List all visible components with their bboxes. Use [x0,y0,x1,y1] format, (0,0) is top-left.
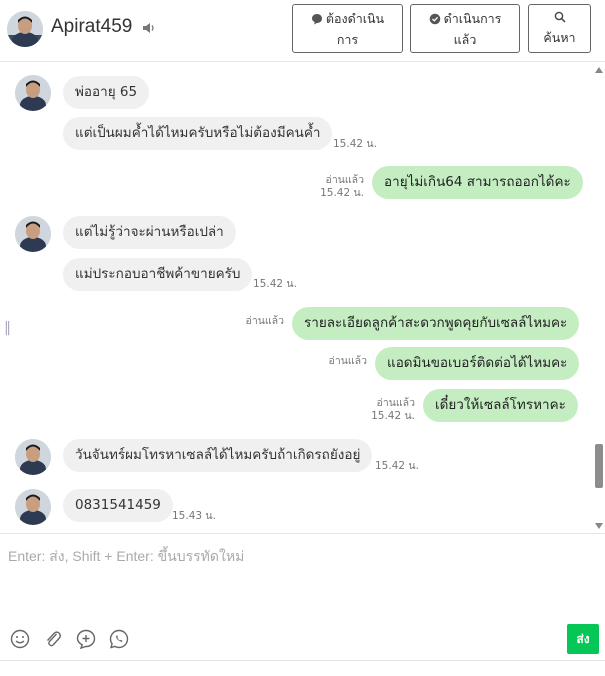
emoji-icon[interactable] [9,628,31,650]
message-bubble-outgoing[interactable]: อายุไม่เกิน64 สามารถออกได้คะ [372,166,583,199]
chat-bubble-icon [311,11,323,30]
message-bubble-outgoing[interactable]: แอดมินขอเบอร์ติดต่อได้ไหมคะ [375,347,580,380]
message-time: 15.42 น. [371,410,415,422]
message-input[interactable] [0,535,605,615]
resize-handle[interactable]: ‖ [4,320,11,336]
sender-avatar[interactable] [15,75,51,111]
attachment-icon[interactable] [42,628,64,650]
message-bubble-incoming[interactable]: พ่ออายุ 65 [63,76,150,109]
message-read-status: อ่านแล้ว [325,174,364,186]
contact-avatar[interactable] [7,11,43,47]
todo-label-line2: การ [336,32,359,47]
message-time: 15.42 น. [333,138,377,150]
message-bubble-incoming[interactable]: แต่เป็นผมค้ำได้ไหมครับหรือไม่ต้องมีคนค้ำ [63,117,333,150]
message-scrollbar[interactable] [593,64,605,532]
done-label-line2: แล้ว [453,32,477,47]
done-button[interactable]: ดำเนินการ แล้ว [410,4,520,53]
done-label-line1: ดำเนินการ [443,11,502,26]
message-bubble-incoming[interactable]: วันจันทร์ผมโทรหาเซลล์ได้ไหมครับถ้าเกิดรถ… [63,439,373,472]
search-button[interactable]: ค้นหา [528,4,591,53]
sender-avatar[interactable] [15,439,51,475]
todo-button[interactable]: ต้องดำเนิน การ [292,4,403,53]
message-bubble-incoming[interactable]: แม่ประกอบอาชีพค้าขายครับ [63,258,253,291]
message-time: 15.43 น. [172,510,216,522]
contact-name: Apirat459 [51,16,133,37]
whatsapp-call-icon[interactable] [108,628,130,650]
message-bubble-outgoing[interactable]: เดี๋ยวให้เซลล์โทรหาคะ [423,389,578,422]
scroll-down-icon[interactable] [595,523,603,529]
message-time: 15.42 น. [375,460,419,472]
footer-divider [0,660,605,676]
message-bubble-outgoing[interactable]: รายละเอียดลูกค้าสะดวกพูดคุยกับเซลล์ไหมคะ [292,307,580,340]
message-time: 15.42 น. [253,278,297,290]
search-label: ค้นหา [543,30,576,45]
message-list[interactable]: ‖ พ่ออายุ 65 แต่เป็นผมค้ำได้ไหมครับหรือไ… [0,62,605,534]
add-circle-icon[interactable] [75,628,97,650]
send-button[interactable]: ส่ง [567,624,599,654]
message-read-status: อ่านแล้ว [376,397,415,409]
chat-check-icon [429,11,441,30]
message-read-status: อ่านแล้ว [245,315,284,327]
message-time: 15.42 น. [320,187,364,199]
search-icon [554,11,566,26]
message-read-status: อ่านแล้ว [328,355,367,367]
scroll-thumb[interactable] [595,444,603,488]
speaker-icon[interactable] [141,20,157,36]
message-bubble-incoming[interactable]: 0831541459 [63,489,173,522]
sender-avatar[interactable] [15,489,51,525]
chat-header: Apirat459 ต้องดำเนิน การ ดำเนินการ แล้ว … [0,0,605,62]
message-bubble-incoming[interactable]: แต่ไม่รู้ว่าจะผ่านหรือเปล่า [63,216,236,249]
todo-label-line1: ต้องดำเนิน [325,11,385,26]
sender-avatar[interactable] [15,216,51,252]
scroll-up-icon[interactable] [595,67,603,73]
